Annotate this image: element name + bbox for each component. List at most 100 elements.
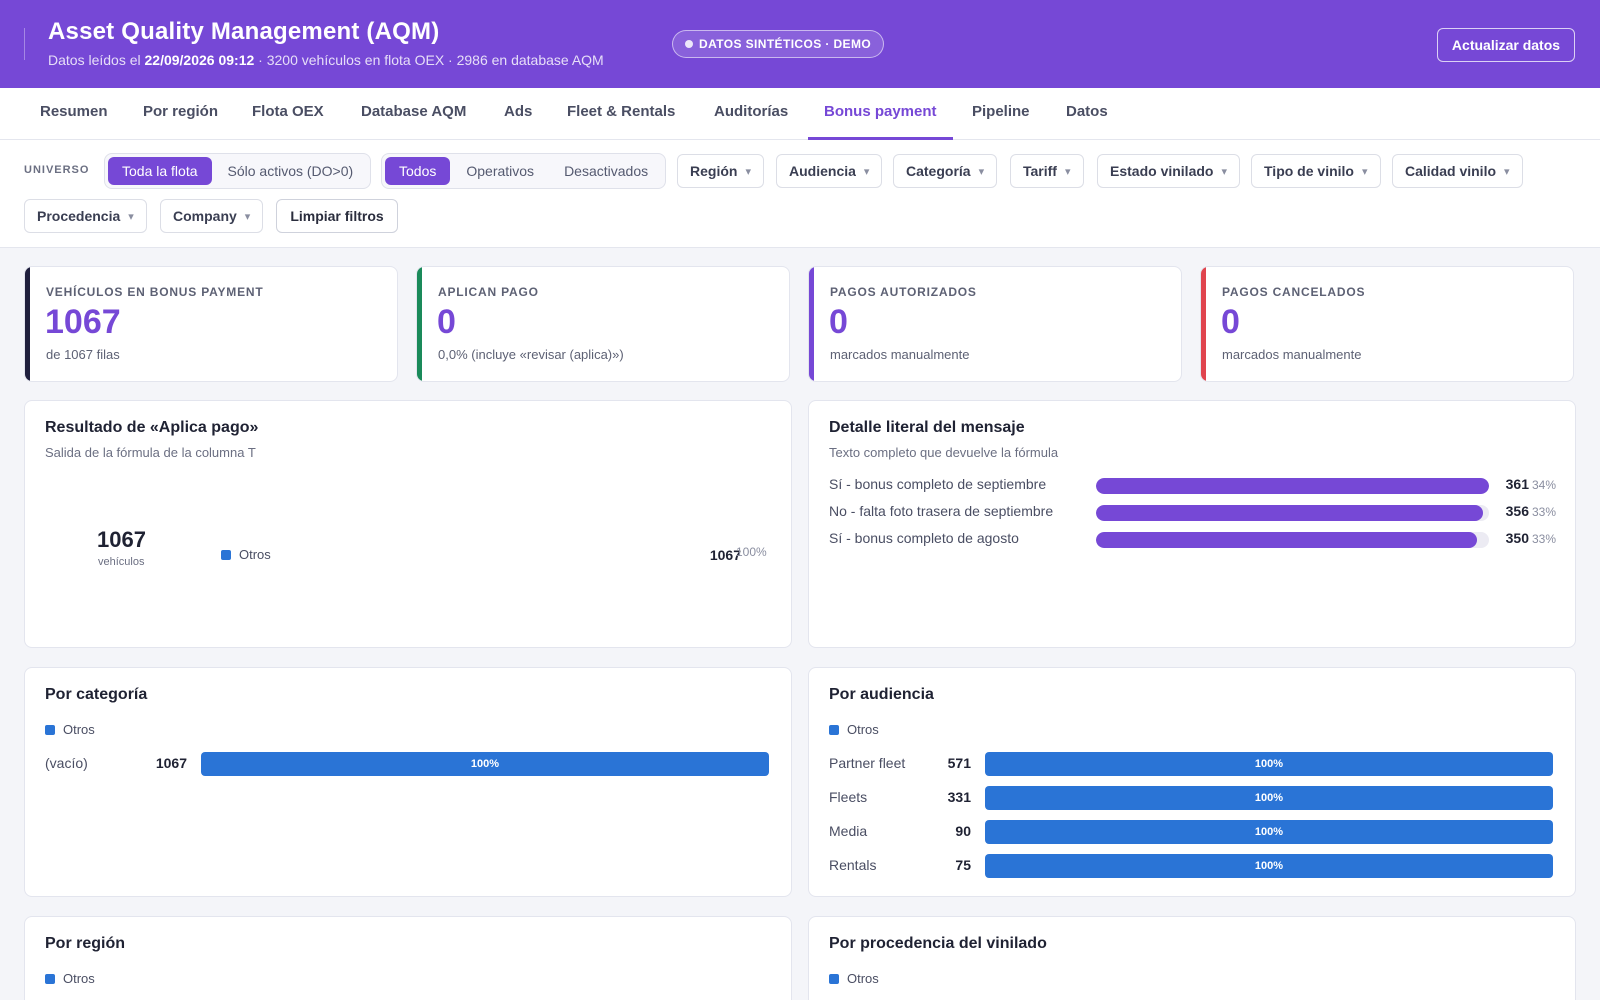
filter-procedencia[interactable]: Procedencia ▾ [24,199,147,233]
kpi-label: PAGOS CANCELADOS [1222,285,1366,299]
demo-badge-label: DATOS SINTÉTICOS · DEMO [699,37,872,51]
tab-por-region[interactable]: Por región [143,88,218,140]
legend-item: Otros [45,722,95,737]
panel-aplica-pago: Resultado de «Aplica pago» Salida de la … [24,400,792,648]
chevron-down-icon: ▾ [1221,165,1227,178]
universe-option-all[interactable]: Toda la flota [108,157,212,185]
filter-categoria[interactable]: Categoría ▾ [893,154,998,188]
filter-company[interactable]: Company ▾ [160,199,264,233]
tab-resumen[interactable]: Resumen [40,88,108,140]
kpi-card-aplican-pago: APLICAN PAGO 0 0,0% (incluye «revisar (a… [416,266,790,382]
filter-procedencia-label: Procedencia [37,208,121,224]
panel-title: Por audiencia [829,686,934,703]
kpi-value: 0 [829,303,848,341]
panel-por-audiencia: Por audiencia Otros Partner fleet 571 10… [808,667,1576,897]
status-option-operativos[interactable]: Operativos [452,157,548,185]
filter-tariff[interactable]: Tariff ▾ [1010,154,1084,188]
subtitle-date: 22/09/2026 09:12 [144,52,255,68]
tab-datos[interactable]: Datos [1066,88,1108,140]
filter-calidad-vinilo[interactable]: Calidad vinilo ▾ [1392,154,1523,188]
message-bar-track [1096,505,1489,521]
message-bar [1096,532,1478,548]
app-subtitle: Datos leídos el 22/09/2026 09:12 · 3200 … [48,52,604,68]
filter-region[interactable]: Región ▾ [677,154,764,188]
audience-row-label: Fleets [829,789,868,805]
chevron-down-icon: ▾ [244,210,251,223]
kpi-sub: de 1067 filas [46,347,120,362]
message-row-label: Sí - bonus completo de agosto [829,530,1019,546]
universe-toggle: Toda la flota Sólo activos (DO>0) [104,153,372,189]
universe-label: UNIVERSO [24,164,90,176]
chevron-down-icon: ▾ [128,210,134,223]
audience-row-label: Partner fleet [829,755,906,771]
audience-row-count: 90 [955,823,971,839]
legend-item: Otros [829,722,879,737]
tab-pipeline[interactable]: Pipeline [972,88,1030,140]
row-pct: 100% [736,545,767,559]
status-option-todos[interactable]: Todos [385,157,451,185]
legend-item: Otros [221,547,271,562]
panel-title: Por procedencia del vinilado [829,935,1047,952]
message-bar-track [1096,478,1489,494]
refresh-button[interactable]: Actualizar datos [1437,28,1575,62]
tab-flota-oex[interactable]: Flota OEX [252,88,324,140]
audience-bar: 100% [985,820,1553,844]
donut-total-label: vehículos [98,556,145,568]
message-row-pct: 33% [1532,505,1557,519]
subtitle-prefix: Datos leídos el [48,52,141,68]
row-count: 1067 [709,547,741,563]
message-bar [1096,478,1489,494]
filter-region-label: Región [690,163,738,179]
message-row-count: 350 [1505,530,1529,546]
panel-por-region: Por región Otros [24,916,792,1000]
kpi-accent [1201,267,1206,381]
kpi-value: 1067 [45,303,121,341]
kpi-card-bonus-payment: VEHÍCULOS EN BONUS PAYMENT 1067 de 1067 … [24,266,398,382]
kpi-accent [417,267,422,381]
tab-ads[interactable]: Ads [504,88,532,140]
chevron-down-icon: ▾ [1504,165,1510,178]
tab-bonus-payment[interactable]: Bonus payment [808,88,953,140]
legend-label: Otros [63,971,95,986]
filter-estado-vinilado[interactable]: Estado vinilado ▾ [1097,154,1240,188]
kpi-sub: 0,0% (incluye «revisar (aplica)») [438,347,624,362]
panel-title: Por categoría [45,686,148,703]
header-divider [24,28,25,60]
kpi-label: PAGOS AUTORIZADOS [830,285,977,299]
universe-option-active[interactable]: Sólo activos (DO>0) [214,157,368,185]
app-title: Asset Quality Management (AQM) [48,18,440,45]
filter-bar: UNIVERSO Toda la flota Sólo activos (DO>… [0,140,1600,248]
legend-swatch [45,724,55,735]
app-header: Asset Quality Management (AQM) Datos leí… [0,0,1600,88]
message-bar [1096,505,1484,521]
filter-tipo-vinilo[interactable]: Tipo de vinilo ▾ [1251,154,1381,188]
legend-label: Otros [847,722,879,737]
legend-item: Otros [829,971,879,986]
audience-bar: 100% [985,786,1553,810]
panel-subtitle: Salida de la fórmula de la columna T [45,445,256,460]
status-option-desactivados[interactable]: Desactivados [550,157,662,185]
clear-filters-button[interactable]: Limpiar filtros [276,199,398,233]
filter-company-label: Company [173,208,237,224]
tab-auditorias[interactable]: Auditorías [714,88,788,140]
tab-fleet-rentals[interactable]: Fleet & Rentals [567,88,675,140]
chevron-down-icon: ▾ [863,165,870,178]
audience-row-count: 75 [955,857,971,873]
tab-database-aqm[interactable]: Database AQM [361,88,466,140]
filter-audiencia[interactable]: Audiencia ▾ [776,154,883,188]
kpi-label: APLICAN PAGO [438,285,539,299]
panel-detalle-mensaje: Detalle literal del mensaje Texto comple… [808,400,1576,648]
kpi-value: 0 [1221,303,1240,341]
panel-title: Detalle literal del mensaje [829,419,1025,436]
message-row-count: 356 [1505,503,1529,519]
panel-title: Por región [45,935,126,952]
donut-total: 1067 [97,527,146,552]
filter-audiencia-label: Audiencia [789,163,856,179]
dot-icon [685,40,693,48]
audience-row-label: Rentals [829,857,877,873]
panel-title: Resultado de «Aplica pago» [45,419,259,436]
panel-por-procedencia: Por procedencia del vinilado Otros [808,916,1576,1000]
message-row-pct: 33% [1532,532,1557,546]
legend-swatch [221,549,231,560]
legend-item: Otros [45,971,95,986]
